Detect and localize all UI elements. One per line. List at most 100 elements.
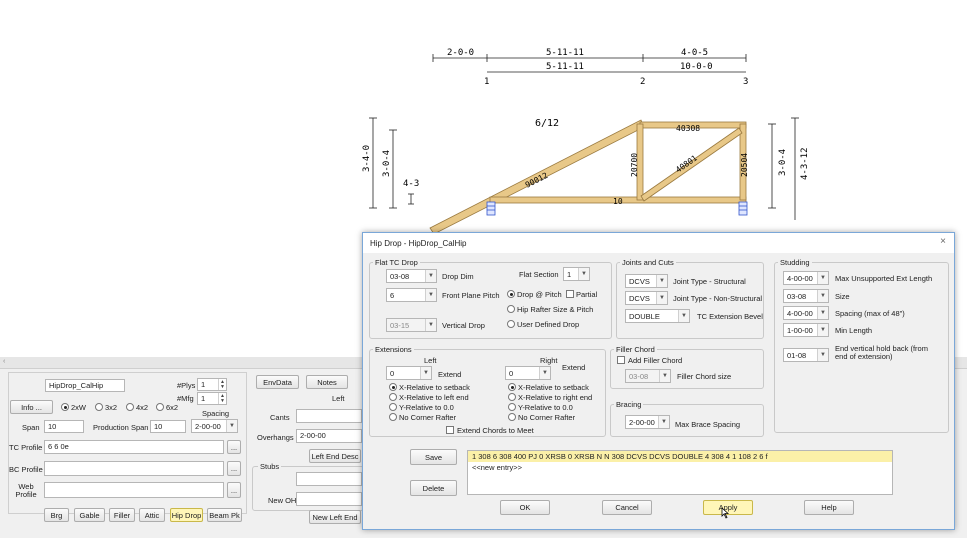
- gable-button[interactable]: Gable: [74, 508, 105, 522]
- cancel-button[interactable]: Cancel: [602, 500, 652, 515]
- add-filler-chord-checkbox[interactable]: [617, 356, 625, 364]
- truss-members[interactable]: [429, 119, 747, 235]
- spacing-dropdown[interactable]: 2-00-00 ▼: [191, 419, 238, 433]
- left-end-desc-button[interactable]: Left End Desc: [309, 449, 361, 463]
- right-x-setback-label: X-Relative to setback: [518, 383, 589, 392]
- tc-profile-browse-button[interactable]: ...: [227, 440, 241, 454]
- drop-dim-label: Drop Dim: [442, 272, 474, 281]
- attic-button[interactable]: Attic: [139, 508, 165, 522]
- bc-profile-field[interactable]: [44, 461, 224, 476]
- left-x-left-end-radio[interactable]: [389, 393, 397, 401]
- partial-label: Partial: [576, 290, 598, 299]
- beam-pk-button[interactable]: Beam Pk: [207, 508, 242, 522]
- min-length-label: Min Length: [835, 326, 873, 335]
- partial-checkbox[interactable]: [566, 290, 574, 298]
- save-button[interactable]: Save: [410, 449, 457, 465]
- cants-label: Cants: [270, 413, 290, 422]
- joint-structural-dropdown[interactable]: DCVS ▼: [625, 274, 668, 288]
- max-brace-spacing-dropdown[interactable]: 2-00-00 ▼: [625, 415, 670, 429]
- tc-profile-field[interactable]: 6 6 0e: [44, 440, 224, 454]
- left-x-setback-radio[interactable]: [389, 383, 397, 391]
- mfg-label: #Mfg: [177, 394, 194, 403]
- web-profile-browse-button[interactable]: ...: [227, 482, 241, 498]
- right-x-right-end-radio[interactable]: [508, 393, 516, 401]
- plys-spinner[interactable]: 1 ▲ ▼: [197, 378, 227, 391]
- member-label-web-3: 20504: [740, 153, 749, 177]
- top-dim-3: 4-0-5: [681, 48, 708, 58]
- right-y-relative-label: Y-Relative to 0.0: [518, 403, 573, 412]
- front-plane-dropdown[interactable]: 6 ▼: [386, 288, 437, 302]
- flat-section-dropdown[interactable]: 1 ▼: [563, 267, 590, 281]
- size-radio-6x2[interactable]: [156, 403, 164, 411]
- left-tab[interactable]: Left: [332, 394, 345, 403]
- info-button[interactable]: Info ...: [10, 400, 53, 414]
- top-dim-1: 2-0-0: [447, 48, 474, 58]
- vertical-drop-label: Vertical Drop: [442, 321, 485, 330]
- stubs-field[interactable]: [296, 472, 362, 486]
- new-left-end-button[interactable]: New Left End: [309, 510, 361, 524]
- overhangs-field[interactable]: 2-00-00: [296, 429, 362, 443]
- production-span-field[interactable]: 10: [150, 420, 186, 433]
- close-icon[interactable]: ×: [940, 236, 946, 247]
- span-field[interactable]: 10: [44, 420, 84, 433]
- filler-button[interactable]: Filler: [109, 508, 135, 522]
- help-button[interactable]: Help: [804, 500, 854, 515]
- right-height-2: 4-3-12: [800, 147, 810, 180]
- vertical-drop-dropdown[interactable]: 03-15 ▼: [386, 318, 437, 332]
- left-no-corner-label: No Corner Rafter: [399, 413, 457, 422]
- notes-button[interactable]: Notes: [306, 375, 348, 389]
- user-defined-drop-radio[interactable]: [507, 320, 515, 328]
- list-item[interactable]: 1 308 6 308 400 PJ 0 XRSB 0 XRSB N N 308…: [468, 451, 892, 462]
- ok-button[interactable]: OK: [500, 500, 550, 515]
- dialog-titlebar[interactable]: Hip Drop - HipDrop_CalHip ×: [363, 233, 954, 253]
- drop-at-pitch-radio[interactable]: [507, 290, 515, 298]
- min-length-dropdown[interactable]: 1-00-00 ▼: [783, 323, 829, 337]
- entries-list[interactable]: 1 308 6 308 400 PJ 0 XRSB 0 XRSB N N 308…: [467, 450, 893, 495]
- right-no-corner-radio[interactable]: [508, 413, 516, 421]
- drop-dim-dropdown[interactable]: 03-08 ▼: [386, 269, 437, 283]
- max-unsupported-label: Max Unsupported Ext Length: [835, 274, 933, 283]
- left-height-2: 3-0-4: [382, 150, 392, 177]
- envdata-button[interactable]: EnvData: [256, 375, 299, 389]
- size-radio-3x2[interactable]: [95, 403, 103, 411]
- studding-size-dropdown[interactable]: 03-08 ▼: [783, 289, 829, 303]
- add-filler-chord-label: Add Filler Chord: [628, 356, 683, 365]
- brg-button[interactable]: Brg: [44, 508, 69, 522]
- size-radio-4x2[interactable]: [126, 403, 134, 411]
- joint-number-3: 3: [743, 77, 748, 87]
- hip-drop-button[interactable]: Hip Drop: [170, 508, 203, 522]
- truss-name-field[interactable]: HipDrop_CalHip: [45, 379, 125, 392]
- left-no-corner-radio[interactable]: [389, 413, 397, 421]
- left-y-relative-radio[interactable]: [389, 403, 397, 411]
- right-extend-dropdown[interactable]: 0 ▼: [505, 366, 551, 380]
- drop-at-pitch-label: Drop @ Pitch: [517, 290, 562, 299]
- right-x-setback-radio[interactable]: [508, 383, 516, 391]
- stubs-label: Stubs: [258, 462, 282, 471]
- new-oh-field[interactable]: [296, 492, 362, 506]
- list-item[interactable]: <<new entry>>: [468, 462, 892, 473]
- plys-label: #Plys: [177, 381, 196, 390]
- hip-rafter-radio[interactable]: [507, 305, 515, 313]
- size-label-4x2: 4x2: [136, 403, 149, 412]
- delete-button[interactable]: Delete: [410, 480, 457, 496]
- web-profile-field[interactable]: [44, 482, 224, 498]
- bc-profile-browse-button[interactable]: ...: [227, 461, 241, 476]
- joint-non-structural-dropdown[interactable]: DCVS ▼: [625, 291, 668, 305]
- size-radio-2xw[interactable]: [61, 403, 69, 411]
- right-y-relative-radio[interactable]: [508, 403, 516, 411]
- tc-extension-bevel-dropdown[interactable]: DOUBLE ▼: [625, 309, 690, 323]
- extend-chords-checkbox[interactable]: [446, 426, 454, 434]
- member-label-tc-flat: 40308: [676, 124, 700, 133]
- hold-back-dropdown[interactable]: 01-08 ▼: [783, 348, 829, 362]
- studding-spacing-dropdown[interactable]: 4-00-00 ▼: [783, 306, 829, 320]
- filler-chord-size-dropdown[interactable]: 03-08 ▼: [625, 369, 671, 383]
- max-unsupported-dropdown[interactable]: 4-00-00 ▼: [783, 271, 829, 285]
- right-height-1: 3-0-4: [778, 149, 788, 176]
- hip-drop-dialog: Hip Drop - HipDrop_CalHip × Flat TC Drop…: [362, 232, 955, 530]
- cants-field[interactable]: [296, 409, 362, 423]
- extensions-right-label: Right: [540, 356, 558, 365]
- left-extend-dropdown[interactable]: 0 ▼: [386, 366, 432, 380]
- mfg-spinner[interactable]: 1 ▲ ▼: [197, 392, 227, 405]
- new-oh-label: New OH: [268, 496, 297, 505]
- studding-title: Studding: [778, 258, 812, 267]
